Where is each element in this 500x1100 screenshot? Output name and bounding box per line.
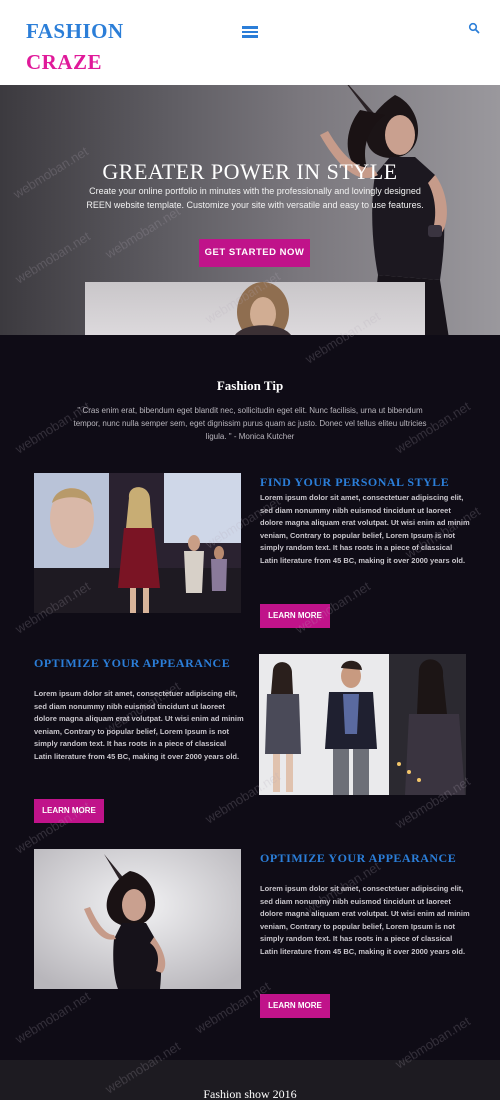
hero-banner: GREATER POWER IN STYLE Create your onlin…	[0, 85, 500, 335]
feature-3-text: Lorem ipsum dolor sit amet, consectetuer…	[260, 884, 470, 956]
feature-2-title: OPTIMIZE YOUR APPEARANCE	[34, 656, 231, 670]
fashion-show-title: Fashion show 2016	[203, 1087, 297, 1100]
runway-image	[34, 473, 241, 613]
site-header: FASHION CRAZE	[0, 0, 500, 85]
dancing-model-image	[34, 849, 241, 989]
feature-1-title: FIND YOUR PERSONAL STYLE	[260, 475, 450, 489]
hamburger-menu-icon[interactable]	[242, 26, 258, 38]
logo-craze[interactable]: CRAZE	[26, 50, 102, 75]
learn-more-button-2[interactable]: LEARN MORE	[34, 799, 104, 823]
fashion-tip-title: Fashion Tip	[216, 378, 284, 393]
feature-3-title: OPTIMIZE YOUR APPEARANCE	[260, 851, 457, 865]
search-icon[interactable]	[468, 22, 480, 34]
watermark-text: webmoban.net	[12, 988, 93, 1047]
hero-title: GREATER POWER IN STYLE	[102, 159, 398, 184]
learn-more-button-1[interactable]: LEARN MORE	[260, 604, 330, 628]
hero-description: Create your online portfolio in minutes …	[86, 186, 424, 210]
hero-secondary-image	[85, 282, 425, 335]
logo-fashion[interactable]: FASHION	[26, 19, 124, 44]
feature-1-text: Lorem ipsum dolor sit amet, consectetuer…	[260, 493, 470, 565]
hero-strip-model	[235, 282, 291, 335]
learn-more-button-3[interactable]: LEARN MORE	[260, 994, 330, 1018]
couple-collage-image	[259, 654, 466, 795]
get-started-button[interactable]: GET STARTED NOW	[199, 239, 310, 267]
fashion-tip-quote: " Cras enim erat, bibendum eget blandit …	[73, 406, 427, 441]
feature-2-text: Lorem ipsum dolor sit amet, consectetuer…	[34, 689, 244, 761]
